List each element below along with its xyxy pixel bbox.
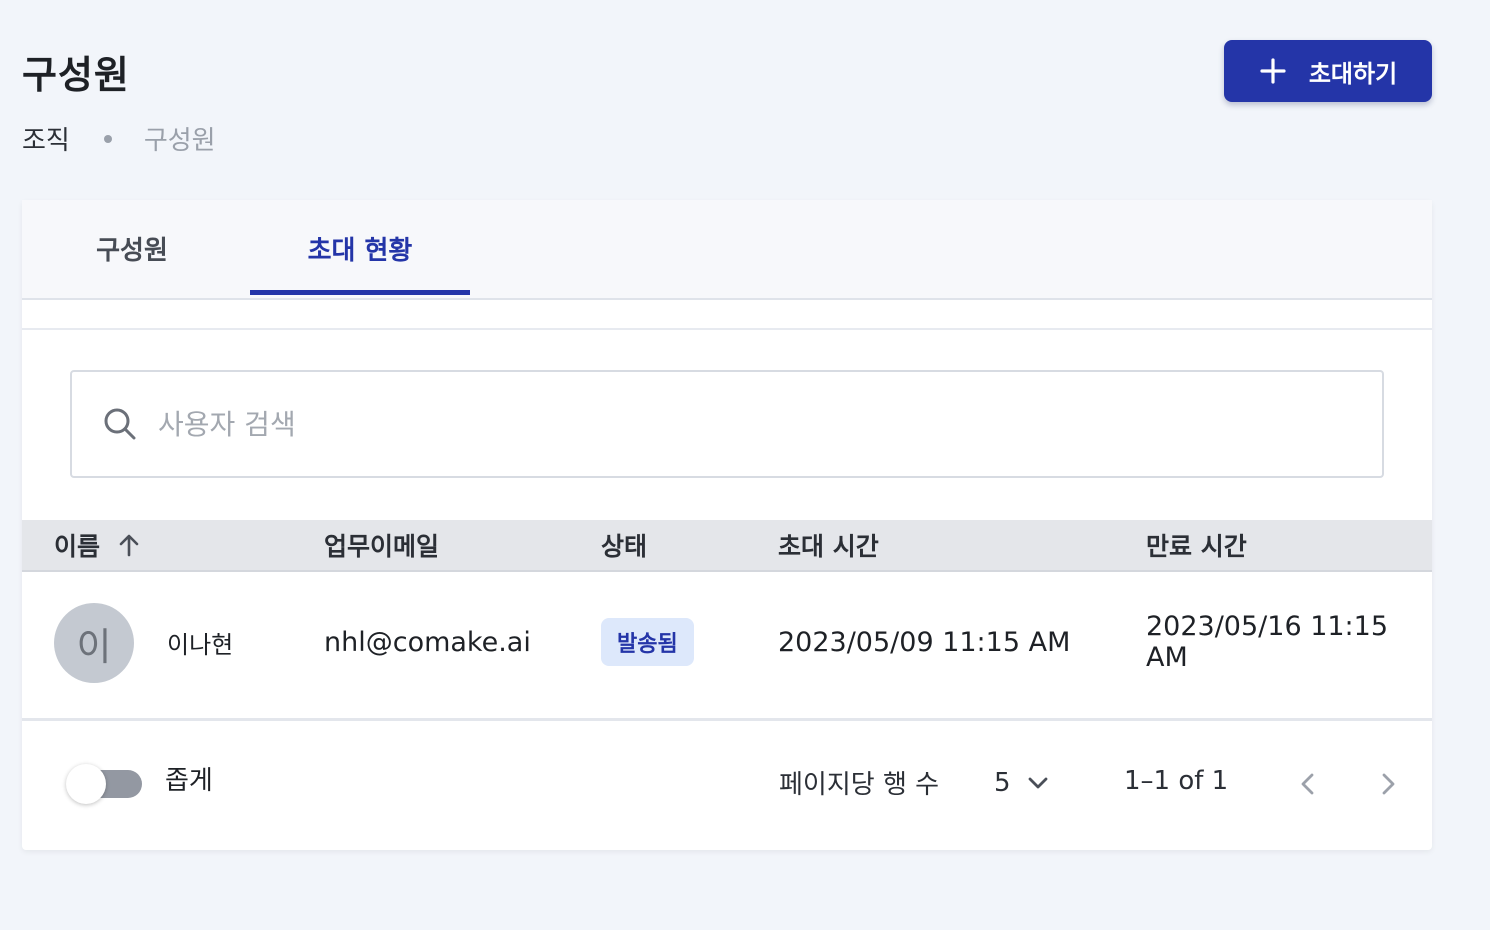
chevron-down-icon [1028, 777, 1047, 789]
search-box[interactable] [70, 370, 1384, 478]
page-title: 구성원 [22, 53, 130, 97]
table-header: 이름 업무이메일 상태 초대 시간 만료 시간 [22, 520, 1432, 572]
status-badge: 발송됨 [601, 618, 694, 666]
next-page-button[interactable] [1368, 764, 1408, 804]
previous-page-button[interactable] [1288, 764, 1328, 804]
members-card: 구성원 초대 현황 이름 업무이메일 상태 초대 시간 만료 시간 이 이나현 … [22, 200, 1432, 850]
column-header-name-label: 이름 [54, 532, 101, 561]
breadcrumb-item-organization[interactable]: 조직 [22, 120, 70, 157]
dense-label: 좁게 [165, 766, 213, 796]
search-icon [104, 408, 136, 440]
cell-expires-at: 2023/05/16 11:15 AM [1146, 611, 1389, 673]
toggle-thumb [66, 764, 106, 804]
breadcrumb-separator [103, 134, 112, 143]
column-header-expires-at[interactable]: 만료 시간 [1146, 520, 1247, 570]
chevron-right-icon [1382, 773, 1395, 795]
rows-per-page-select[interactable]: 5 [994, 758, 1051, 808]
pagination-range: 1–1 of 1 [1124, 766, 1229, 796]
dense-toggle[interactable] [66, 762, 146, 806]
cell-email: nhl@comake.ai [324, 626, 531, 658]
table-row[interactable]: 이 이나현 nhl@comake.ai 발송됨 2023/05/09 11:15… [22, 572, 1432, 721]
rows-per-page-label: 페이지당 행 수 [779, 770, 940, 800]
cell-status: 발송됨 [601, 572, 694, 712]
rows-per-page-value: 5 [994, 768, 1011, 798]
avatar: 이 [54, 603, 134, 683]
sort-arrow-up-icon[interactable] [116, 532, 142, 558]
chevron-left-icon [1301, 773, 1314, 795]
plus-icon [1260, 58, 1286, 84]
column-header-invited-at[interactable]: 초대 시간 [778, 520, 879, 570]
invite-button-label: 초대하기 [1308, 59, 1398, 88]
active-tab-indicator [250, 290, 470, 295]
cell-invited-at: 2023/05/09 11:15 AM [778, 626, 1071, 658]
search-input[interactable] [156, 406, 1260, 442]
divider [22, 328, 1432, 330]
table-footer: 좁게 페이지당 행 수 5 1–1 of 1 [22, 720, 1432, 850]
column-header-email[interactable]: 업무이메일 [324, 520, 439, 570]
tab-members[interactable]: 구성원 [22, 200, 242, 296]
invite-button[interactable]: 초대하기 [1224, 40, 1432, 102]
column-header-status[interactable]: 상태 [601, 520, 647, 570]
tab-invitation-status[interactable]: 초대 현황 [250, 200, 470, 296]
cell-name: 이나현 [167, 630, 234, 659]
column-header-name[interactable]: 이름 [54, 520, 142, 570]
tab-bar: 구성원 초대 현황 [22, 200, 1432, 300]
breadcrumb-item-members: 구성원 [143, 126, 216, 156]
breadcrumb: 조직 구성원 [22, 120, 216, 157]
